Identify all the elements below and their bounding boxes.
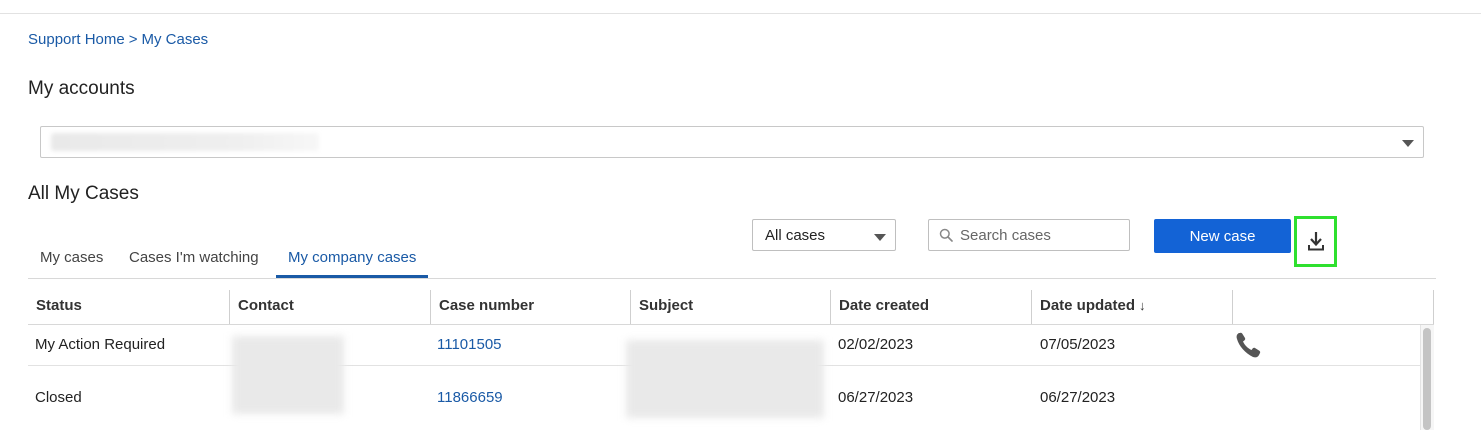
column-header-date-updated[interactable]: Date updated ↓ <box>1031 290 1232 324</box>
breadcrumb-current-link[interactable]: My Cases <box>141 31 208 48</box>
tab-my-cases[interactable]: My cases <box>28 240 115 278</box>
column-header-date-created[interactable]: Date created <box>830 290 1031 324</box>
search-cases-input[interactable] <box>960 224 1120 246</box>
cell-status: Closed <box>35 389 82 406</box>
cell-date-created: 06/27/2023 <box>838 389 914 406</box>
cell-date-updated: 07/05/2023 <box>1040 336 1116 353</box>
table-scrollbar-thumb[interactable] <box>1423 328 1431 430</box>
download-icon <box>1308 232 1324 251</box>
column-header-contact[interactable]: Contact <box>229 290 430 324</box>
case-filter-select[interactable]: All cases <box>752 219 896 251</box>
accounts-title: My accounts <box>28 78 135 99</box>
cell-case-number-link[interactable]: 11866659 <box>437 389 503 406</box>
search-cases-box[interactable] <box>928 219 1130 251</box>
column-header-case-number[interactable]: Case number <box>430 290 631 324</box>
account-name-redacted <box>51 133 319 151</box>
download-button[interactable] <box>1294 216 1337 267</box>
phone-icon[interactable] <box>1234 330 1266 360</box>
tab-cases-watching[interactable]: Cases I'm watching <box>117 240 271 278</box>
tab-my-company-cases[interactable]: My company cases <box>276 240 429 278</box>
case-filter-value: All cases <box>765 227 826 244</box>
breadcrumb-home-link[interactable]: Support Home <box>28 31 125 48</box>
cell-case-number-link[interactable]: 11101505 <box>437 336 502 353</box>
search-icon <box>939 228 953 242</box>
column-header-status[interactable]: Status <box>28 290 229 324</box>
cell-date-created: 02/02/2023 <box>838 336 914 353</box>
account-select[interactable] <box>40 126 1424 158</box>
column-header-actions <box>1232 290 1434 324</box>
column-header-subject[interactable]: Subject <box>630 290 831 324</box>
contact-redacted <box>232 336 344 414</box>
chevron-down-icon <box>1402 140 1414 147</box>
sort-descending-icon: ↓ <box>1139 298 1146 313</box>
tabs-divider <box>28 278 1436 279</box>
cases-title: All My Cases <box>28 183 139 204</box>
column-header-date-updated-label: Date updated <box>1040 297 1136 314</box>
breadcrumb: Support Home > My Cases <box>28 31 208 48</box>
chevron-down-icon <box>874 234 886 241</box>
cell-date-updated: 06/27/2023 <box>1040 389 1116 406</box>
top-divider <box>0 13 1481 14</box>
cell-status: My Action Required <box>35 336 166 353</box>
table-header: Status Contact Case number Subject Date … <box>28 290 1434 325</box>
new-case-button[interactable]: New case <box>1154 219 1291 253</box>
subject-redacted <box>626 340 824 418</box>
breadcrumb-separator: > <box>128 31 138 48</box>
